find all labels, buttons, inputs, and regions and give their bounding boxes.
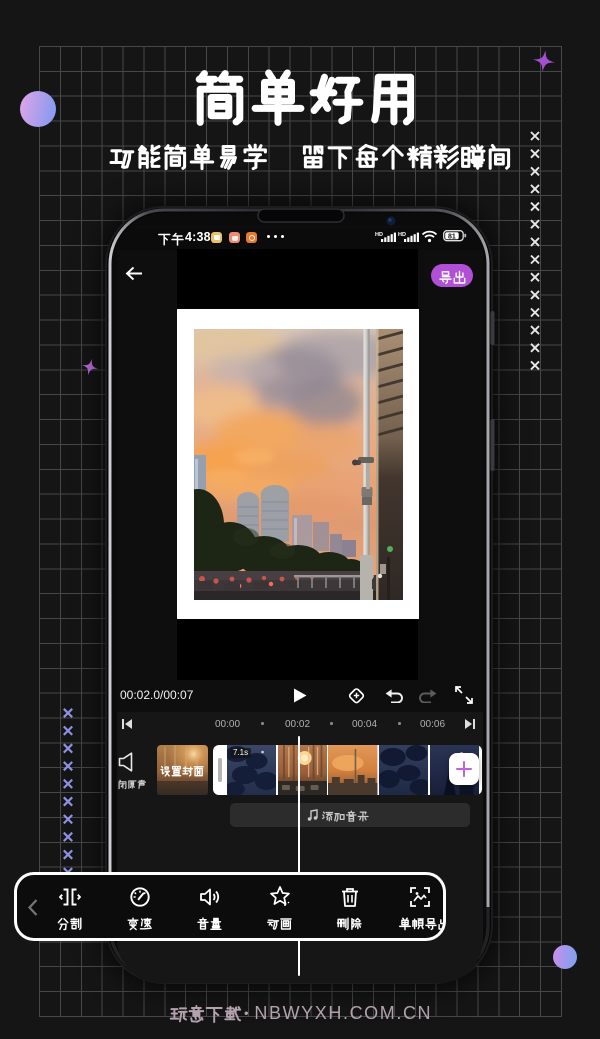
svg-text:81: 81: [448, 234, 456, 241]
